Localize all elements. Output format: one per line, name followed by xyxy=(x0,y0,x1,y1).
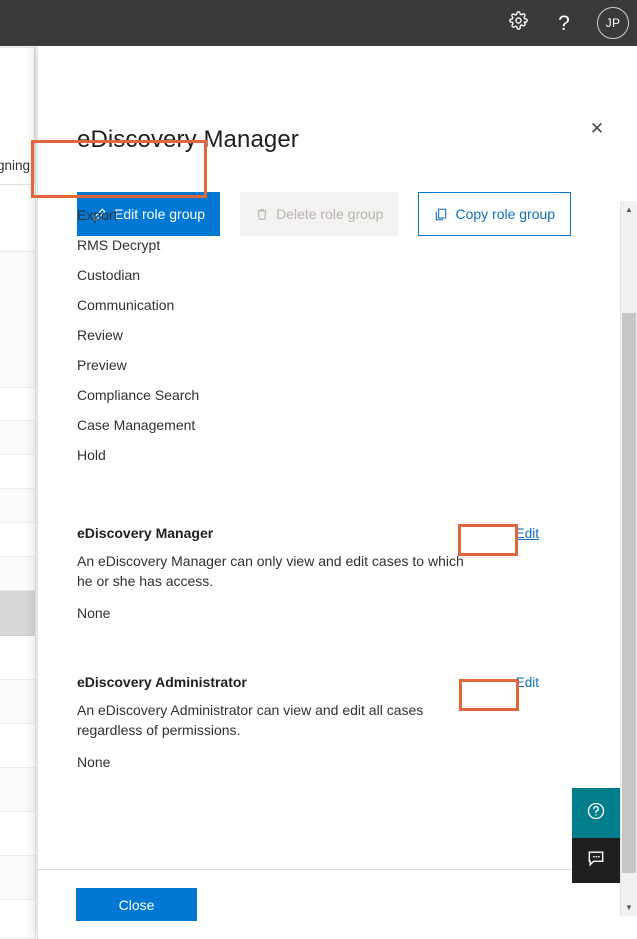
role-list-item: Preview xyxy=(38,350,618,380)
section-header: eDiscovery Manager xyxy=(77,525,508,541)
question-mark-icon: ? xyxy=(558,13,570,34)
role-list-item: Custodian xyxy=(38,260,618,290)
panel-scroll-region[interactable]: Roles Export RMS Decrypt Custodian Commu… xyxy=(38,201,637,916)
background-table-row xyxy=(0,421,35,455)
suite-bar: ? JP xyxy=(0,0,637,46)
role-list-item: Export xyxy=(38,201,618,230)
background-table-row xyxy=(0,557,35,591)
section-description: An eDiscovery Manager can only view and … xyxy=(77,551,467,591)
background-table-row-selected xyxy=(0,591,35,636)
edit-link-ediscovery-administrator[interactable]: Edit xyxy=(516,675,539,690)
close-icon[interactable]: ✕ xyxy=(581,112,613,144)
scrollbar-thumb[interactable] xyxy=(622,313,636,873)
vertical-scrollbar[interactable]: ▲ ▼ xyxy=(620,201,637,916)
background-table-row xyxy=(0,768,35,812)
background-table-row xyxy=(0,252,35,388)
section-members: None xyxy=(77,754,508,770)
avatar: JP xyxy=(597,7,629,39)
background-table-row xyxy=(0,856,35,900)
background-table-row xyxy=(0,186,35,252)
background-table-row xyxy=(0,812,35,856)
background-table-row xyxy=(0,455,35,489)
role-section-ediscovery-manager: eDiscovery Manager Edit An eDiscovery Ma… xyxy=(38,525,618,621)
scroll-down-arrow-icon[interactable]: ▼ xyxy=(621,899,637,916)
background-clipped-text: igning xyxy=(0,158,38,173)
background-table-row xyxy=(0,680,35,724)
close-button[interactable]: Close xyxy=(76,888,197,921)
section-title: eDiscovery Manager xyxy=(77,525,213,541)
floating-feedback-button[interactable] xyxy=(572,838,620,883)
help-button[interactable]: ? xyxy=(543,0,585,46)
background-table-row xyxy=(0,523,35,557)
account-button[interactable]: JP xyxy=(589,0,637,46)
settings-button[interactable] xyxy=(497,0,539,46)
background-table-row xyxy=(0,900,35,939)
scroll-up-arrow-icon[interactable]: ▲ xyxy=(621,201,637,218)
page-title: eDiscovery Manager xyxy=(77,126,299,154)
chat-bubble-icon xyxy=(586,848,606,873)
gear-icon xyxy=(509,11,528,35)
section-header: eDiscovery Administrator xyxy=(77,674,508,690)
role-list-item: Compliance Search xyxy=(38,380,618,410)
panel-content: Roles Export RMS Decrypt Custodian Commu… xyxy=(38,201,618,770)
role-section-ediscovery-administrator: eDiscovery Administrator Edit An eDiscov… xyxy=(38,674,618,770)
role-list-item: Case Management xyxy=(38,410,618,440)
section-title: eDiscovery Administrator xyxy=(77,674,247,690)
panel-footer: Close xyxy=(38,869,637,939)
background-table-row xyxy=(0,489,35,523)
role-group-flyout-panel: ✕ eDiscovery Manager Edit role group Del… xyxy=(37,46,637,939)
question-circle-icon xyxy=(586,801,606,826)
floating-help-button[interactable] xyxy=(572,788,620,838)
role-list-item: Hold xyxy=(38,440,618,470)
section-members: None xyxy=(77,605,508,621)
background-table-row xyxy=(0,724,35,768)
edit-link-ediscovery-manager[interactable]: Edit xyxy=(516,526,539,541)
background-table-row xyxy=(0,388,35,421)
role-list-item: RMS Decrypt xyxy=(38,230,618,260)
role-list-item: Review xyxy=(38,320,618,350)
background-table-row xyxy=(0,636,35,680)
section-description: An eDiscovery Administrator can view and… xyxy=(77,700,467,740)
role-list-item: Communication xyxy=(38,290,618,320)
